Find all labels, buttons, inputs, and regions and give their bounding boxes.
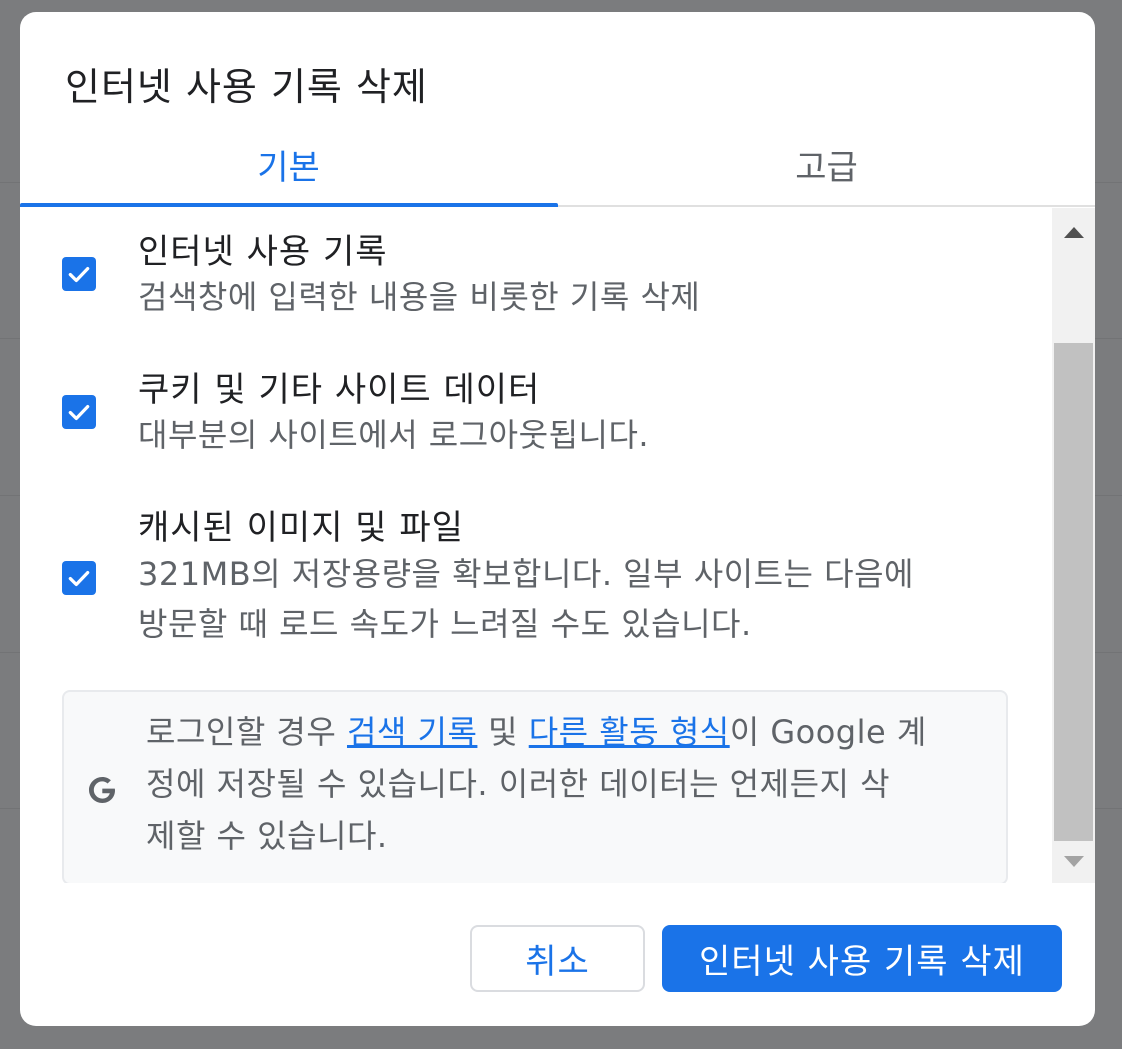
info-text-part: 및 <box>477 713 529 751</box>
option-description: 방문할 때 로드 속도가 느려질 수도 있습니다. <box>138 605 752 643</box>
option-title: 쿠키 및 기타 사이트 데이터 <box>138 370 541 410</box>
cancel-button[interactable]: 취소 <box>470 925 645 992</box>
scrollbar[interactable] <box>1052 208 1095 883</box>
check-icon <box>68 266 90 283</box>
clear-data-button[interactable]: 인터넷 사용 기록 삭제 <box>662 925 1062 992</box>
dialog-title: 인터넷 사용 기록 삭제 <box>65 65 428 109</box>
clear-browsing-data-dialog: 인터넷 사용 기록 삭제 기본 고급 인터넷 사용 기록 검색창에 입력한 내용… <box>20 12 1095 1026</box>
tab-bar: 기본 고급 <box>20 124 1095 207</box>
scroll-thumb[interactable] <box>1054 343 1093 841</box>
info-text-part: 이 Google 계 <box>729 713 927 751</box>
option-title: 캐시된 이미지 및 파일 <box>138 508 464 548</box>
option-description: 대부분의 사이트에서 로그아웃됩니다. <box>138 416 650 454</box>
google-g-icon <box>89 777 115 803</box>
google-account-info-box: 로그인할 경우 검색 기록 및 다른 활동 형식이 Google 계 정에 저장… <box>62 690 1008 883</box>
check-icon <box>68 570 90 587</box>
info-text-line: 제할 수 있습니다. <box>146 817 388 855</box>
option-title: 인터넷 사용 기록 <box>138 232 388 272</box>
scroll-up-arrow-icon[interactable] <box>1062 224 1086 240</box>
other-activity-link[interactable]: 다른 활동 형식 <box>529 713 730 751</box>
tab-advanced[interactable]: 고급 <box>558 124 1095 205</box>
option-description: 321MB의 저장용량을 확보합니다. 일부 사이트는 다음에 <box>138 555 914 593</box>
options-list: 인터넷 사용 기록 검색창에 입력한 내용을 비롯한 기록 삭제 쿠키 및 기타… <box>20 208 1052 883</box>
option-description: 검색창에 입력한 내용을 비롯한 기록 삭제 <box>138 278 701 316</box>
info-text: 로그인할 경우 검색 기록 및 다른 활동 형식이 Google 계 정에 저장… <box>146 706 986 862</box>
search-history-link[interactable]: 검색 기록 <box>347 713 477 751</box>
scroll-down-arrow-icon[interactable] <box>1062 854 1086 870</box>
info-text-line: 정에 저장될 수 있습니다. 이러한 데이터는 언제든지 삭 <box>146 765 891 803</box>
browsing-history-checkbox[interactable] <box>62 257 96 291</box>
cache-checkbox[interactable] <box>62 561 96 595</box>
tab-selected-indicator <box>20 203 558 207</box>
check-icon <box>68 404 90 421</box>
info-text-part: 로그인할 경우 <box>146 713 347 751</box>
cookies-checkbox[interactable] <box>62 395 96 429</box>
tab-basic[interactable]: 기본 <box>20 124 557 205</box>
